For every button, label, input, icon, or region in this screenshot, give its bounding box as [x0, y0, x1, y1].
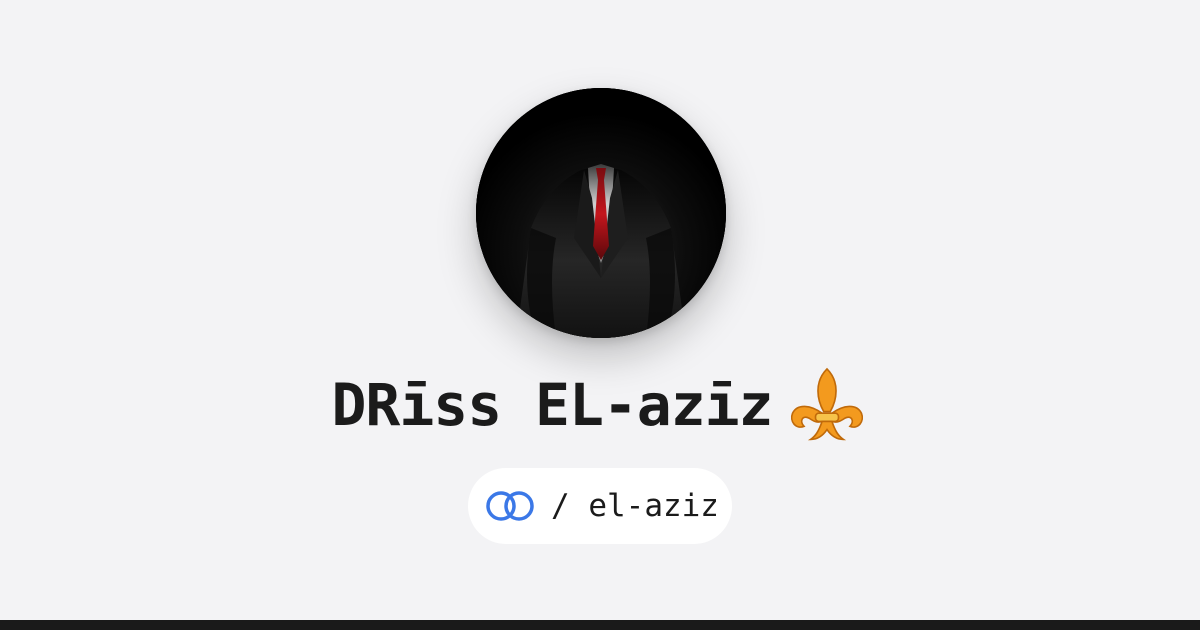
avatar — [476, 88, 726, 338]
avatar-image — [476, 88, 726, 338]
profile-handle: / el-aziz — [551, 487, 719, 524]
display-name-text: DRīss EL-azīz — [331, 371, 774, 439]
profile-handle-pill[interactable]: / el-aziz — [468, 468, 732, 544]
linked-rings-icon — [486, 491, 534, 521]
display-name: DRīss EL-azīz — [0, 364, 1200, 446]
footer-bar — [0, 620, 1200, 630]
fleur-de-lis-icon — [791, 367, 864, 441]
